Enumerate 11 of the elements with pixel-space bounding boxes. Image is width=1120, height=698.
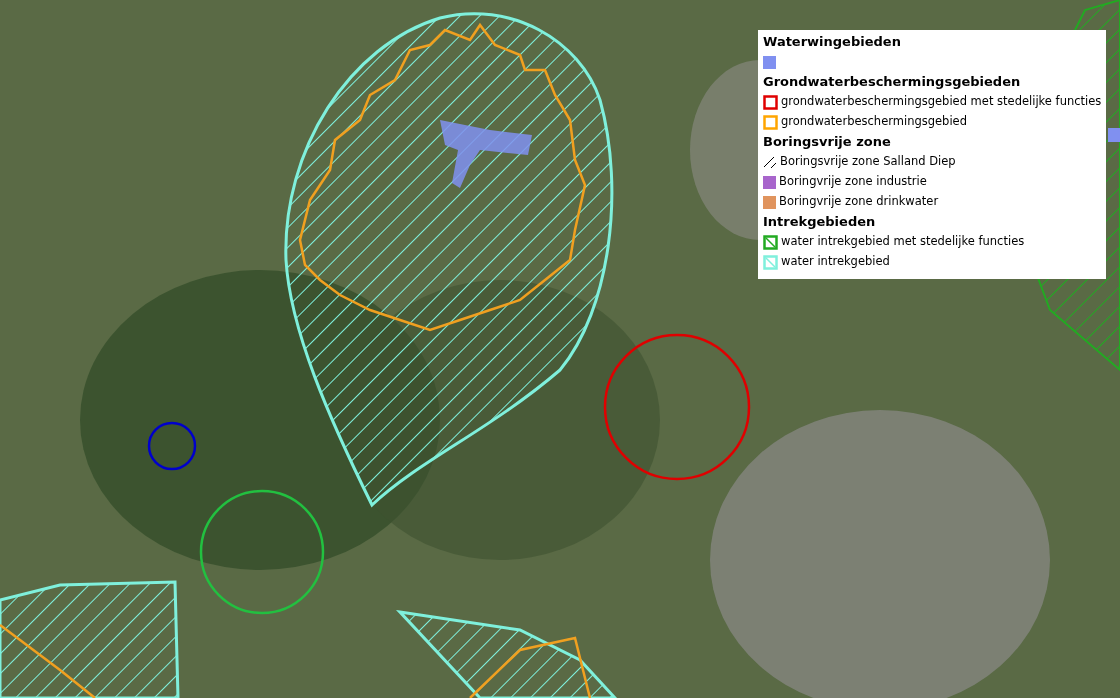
legend-heading: Boringsvrije zone: [763, 133, 892, 151]
legend-heading: Grondwaterbeschermingsgebieden: [763, 73, 1022, 91]
legend-heading: Intrekgebieden: [763, 213, 877, 231]
legend-label: Boringsvrije zone Salland Diep: [780, 153, 956, 171]
legend-label: water intrekgebied met stedelijke functies: [781, 233, 1025, 251]
legend-label: Boringvrije zone industrie: [779, 173, 927, 191]
legend-label: grondwaterbeschermingsgebied met stedelijke functies: [781, 93, 1102, 111]
legend-label: Boringvrije zone drinkwater: [779, 193, 939, 211]
legend-heading: Waterwingebieden: [763, 33, 902, 51]
legend-label: water intrekgebied: [781, 253, 890, 271]
legend-label: grondwaterbeschermingsgebied: [781, 113, 967, 131]
